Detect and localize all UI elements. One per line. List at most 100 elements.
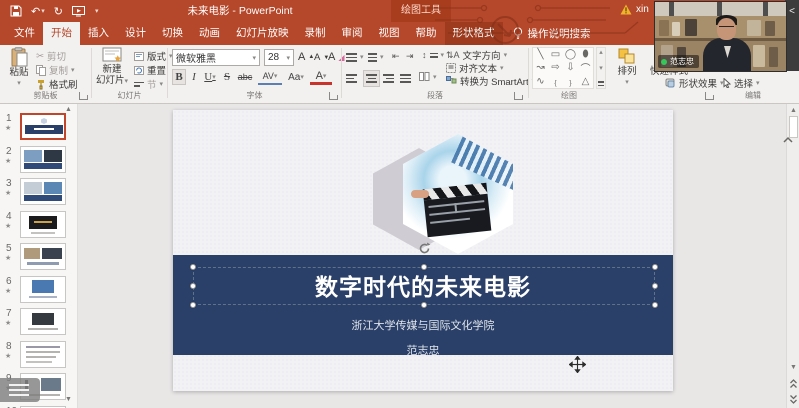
numbering-button[interactable]: ▾ bbox=[368, 51, 384, 64]
shrink-font-button[interactable]: A▼ bbox=[314, 52, 329, 63]
rotation-handle[interactable] bbox=[418, 242, 431, 255]
collapse-panel-arrow[interactable]: < bbox=[785, 6, 799, 17]
align-center-button[interactable] bbox=[363, 70, 380, 87]
increase-indent-button[interactable]: ⇥ bbox=[406, 51, 414, 62]
strikethrough-button[interactable]: S bbox=[221, 69, 233, 85]
columns-button[interactable]: ▾ bbox=[419, 72, 437, 81]
align-left-button[interactable] bbox=[346, 72, 357, 85]
shapes-gallery[interactable]: ╲▭◯⬮↝⇨⇩⌒∿﹛﹜△ bbox=[532, 47, 594, 89]
start-slideshow-button[interactable] bbox=[72, 6, 85, 17]
thumbnail-preview[interactable] bbox=[20, 146, 66, 173]
tab-录制[interactable]: 录制 bbox=[297, 22, 334, 45]
drawing-dialog-launcher[interactable] bbox=[705, 92, 713, 100]
line-spacing-button[interactable]: ↕▾ bbox=[422, 50, 444, 60]
slide-thumbnail-2[interactable]: 2★ bbox=[0, 145, 78, 176]
thumbnail-preview[interactable] bbox=[20, 308, 66, 335]
shape-option[interactable]: ╲ bbox=[533, 48, 548, 61]
slide-thumbnail-5[interactable]: 5★ bbox=[0, 242, 78, 273]
new-slide-button[interactable]: 新建 幻灯片▾ bbox=[94, 47, 130, 87]
copy-button[interactable]: 复制▾ bbox=[36, 63, 75, 77]
select-button[interactable]: 选择▾ bbox=[723, 76, 760, 90]
undo-button[interactable]: ↶▾ bbox=[31, 5, 45, 18]
shape-option[interactable]: ⇩ bbox=[563, 61, 578, 74]
format-painter-button[interactable]: 格式刷 bbox=[36, 77, 78, 91]
slide-thumbnail-7[interactable]: 7★ bbox=[0, 307, 78, 338]
redo-button[interactable]: ↻ bbox=[54, 5, 63, 18]
thumbnail-preview[interactable] bbox=[20, 178, 66, 205]
italic-button[interactable]: I bbox=[188, 69, 200, 85]
shapes-scroll-up[interactable]: ▴ bbox=[599, 48, 603, 56]
shape-option[interactable]: ◯ bbox=[563, 48, 578, 61]
shape-option[interactable]: ⌒ bbox=[578, 61, 593, 74]
selection-handle[interactable] bbox=[190, 283, 196, 289]
tab-开始[interactable]: 开始 bbox=[43, 22, 80, 45]
change-case-button[interactable]: Aa▾ bbox=[285, 69, 307, 85]
shape-option[interactable]: ﹜ bbox=[563, 75, 578, 88]
webcam-video-tile[interactable]: 范志忠 bbox=[655, 2, 786, 71]
slide-thumbnail-6[interactable]: 6★ bbox=[0, 275, 78, 306]
vertical-scrollbar[interactable]: ▲ ▼ bbox=[786, 104, 799, 408]
font-family-select[interactable]: 微软雅黑▾ bbox=[172, 49, 260, 66]
thumbnail-preview[interactable] bbox=[20, 276, 66, 303]
decrease-indent-button[interactable]: ⇤ bbox=[392, 51, 400, 62]
selection-handle[interactable] bbox=[190, 264, 196, 270]
slide-subtitle-text[interactable]: 浙江大学传媒与国际文化学院 bbox=[173, 317, 673, 333]
tab-审阅[interactable]: 审阅 bbox=[334, 22, 371, 45]
justify-button[interactable] bbox=[400, 72, 411, 85]
tab-幻灯片放映[interactable]: 幻灯片放映 bbox=[228, 22, 297, 45]
thumbnail-preview[interactable] bbox=[20, 341, 66, 368]
textbox-selection-outline[interactable] bbox=[193, 267, 655, 305]
selection-handle[interactable] bbox=[190, 302, 196, 308]
shape-effects-button[interactable]: 形状效果▾ bbox=[665, 76, 724, 90]
thumbnail-preview[interactable] bbox=[20, 113, 66, 140]
selection-handle[interactable] bbox=[421, 302, 427, 308]
convert-to-smartart-button[interactable]: 转换为 SmartArt▾ bbox=[446, 74, 535, 88]
paragraph-dialog-launcher[interactable] bbox=[514, 92, 522, 100]
scroll-up-arrow[interactable]: ▲ bbox=[787, 107, 799, 114]
slide-thumbnail-1[interactable]: 1★ bbox=[0, 112, 78, 143]
shape-option[interactable]: ⬮ bbox=[578, 48, 593, 61]
shape-option[interactable]: △ bbox=[578, 75, 593, 88]
shape-option[interactable]: ﹛ bbox=[548, 75, 563, 88]
selection-handle[interactable] bbox=[652, 302, 658, 308]
editing-canvas[interactable]: 数字时代的未来电影 浙江大学传媒与国际文化学院 范志忠 bbox=[78, 104, 786, 408]
arrange-button[interactable]: 排列 ▾ bbox=[611, 47, 643, 88]
shapes-more-button[interactable] bbox=[598, 79, 604, 88]
tab-切换[interactable]: 切换 bbox=[154, 22, 191, 45]
clipboard-dialog-launcher[interactable] bbox=[79, 92, 87, 100]
tab-插入[interactable]: 插入 bbox=[80, 22, 117, 45]
font-size-select[interactable]: 28▾ bbox=[264, 49, 294, 66]
shape-option[interactable]: ↝ bbox=[533, 61, 548, 74]
font-dialog-launcher[interactable] bbox=[329, 92, 337, 100]
thumbnail-preview[interactable] bbox=[20, 211, 66, 238]
character-spacing-button[interactable]: AV▾ bbox=[258, 69, 282, 85]
conference-toolbar-collapsed-button[interactable] bbox=[0, 378, 40, 402]
next-slide-button[interactable] bbox=[787, 393, 799, 405]
selection-handle[interactable] bbox=[421, 264, 427, 270]
strikethrough-abc-button[interactable]: abc bbox=[234, 69, 256, 85]
font-color-button[interactable]: A▾ bbox=[310, 69, 332, 85]
slide-editing-surface[interactable]: 数字时代的未来电影 浙江大学传媒与国际文化学院 范志忠 bbox=[173, 110, 673, 391]
slide-thumbnail-10[interactable]: 10 bbox=[0, 405, 78, 408]
paste-dropdown[interactable]: ▾ bbox=[17, 78, 21, 89]
cut-button[interactable]: ✂剪切 bbox=[36, 49, 66, 63]
underline-button[interactable]: U▾ bbox=[201, 69, 219, 85]
slide-thumbnail-8[interactable]: 8★ bbox=[0, 340, 78, 371]
text-direction-button[interactable]: ⇅A 文字方向▾ bbox=[446, 48, 507, 62]
shapes-scroll-down[interactable]: ▾ bbox=[599, 64, 603, 72]
paste-button[interactable]: 粘贴 ▾ bbox=[4, 47, 34, 89]
slide-thumbnail-3[interactable]: 3★ bbox=[0, 177, 78, 208]
section-button[interactable]: 节▾ bbox=[134, 77, 163, 91]
tab-文件[interactable]: 文件 bbox=[6, 22, 43, 45]
thumbnail-preview[interactable] bbox=[20, 243, 66, 270]
tab-动画[interactable]: 动画 bbox=[191, 22, 228, 45]
shape-option[interactable]: ∿ bbox=[533, 75, 548, 88]
slide-thumbnail-4[interactable]: 4★ bbox=[0, 210, 78, 241]
tab-设计[interactable]: 设计 bbox=[117, 22, 154, 45]
selection-handle[interactable] bbox=[652, 264, 658, 270]
bold-button[interactable]: B bbox=[172, 69, 186, 85]
selection-handle[interactable] bbox=[652, 283, 658, 289]
scroll-down-arrow[interactable]: ▼ bbox=[787, 364, 799, 371]
align-text-button[interactable]: 对齐文本▾ bbox=[446, 61, 504, 75]
shape-option[interactable]: ⇨ bbox=[548, 61, 563, 74]
